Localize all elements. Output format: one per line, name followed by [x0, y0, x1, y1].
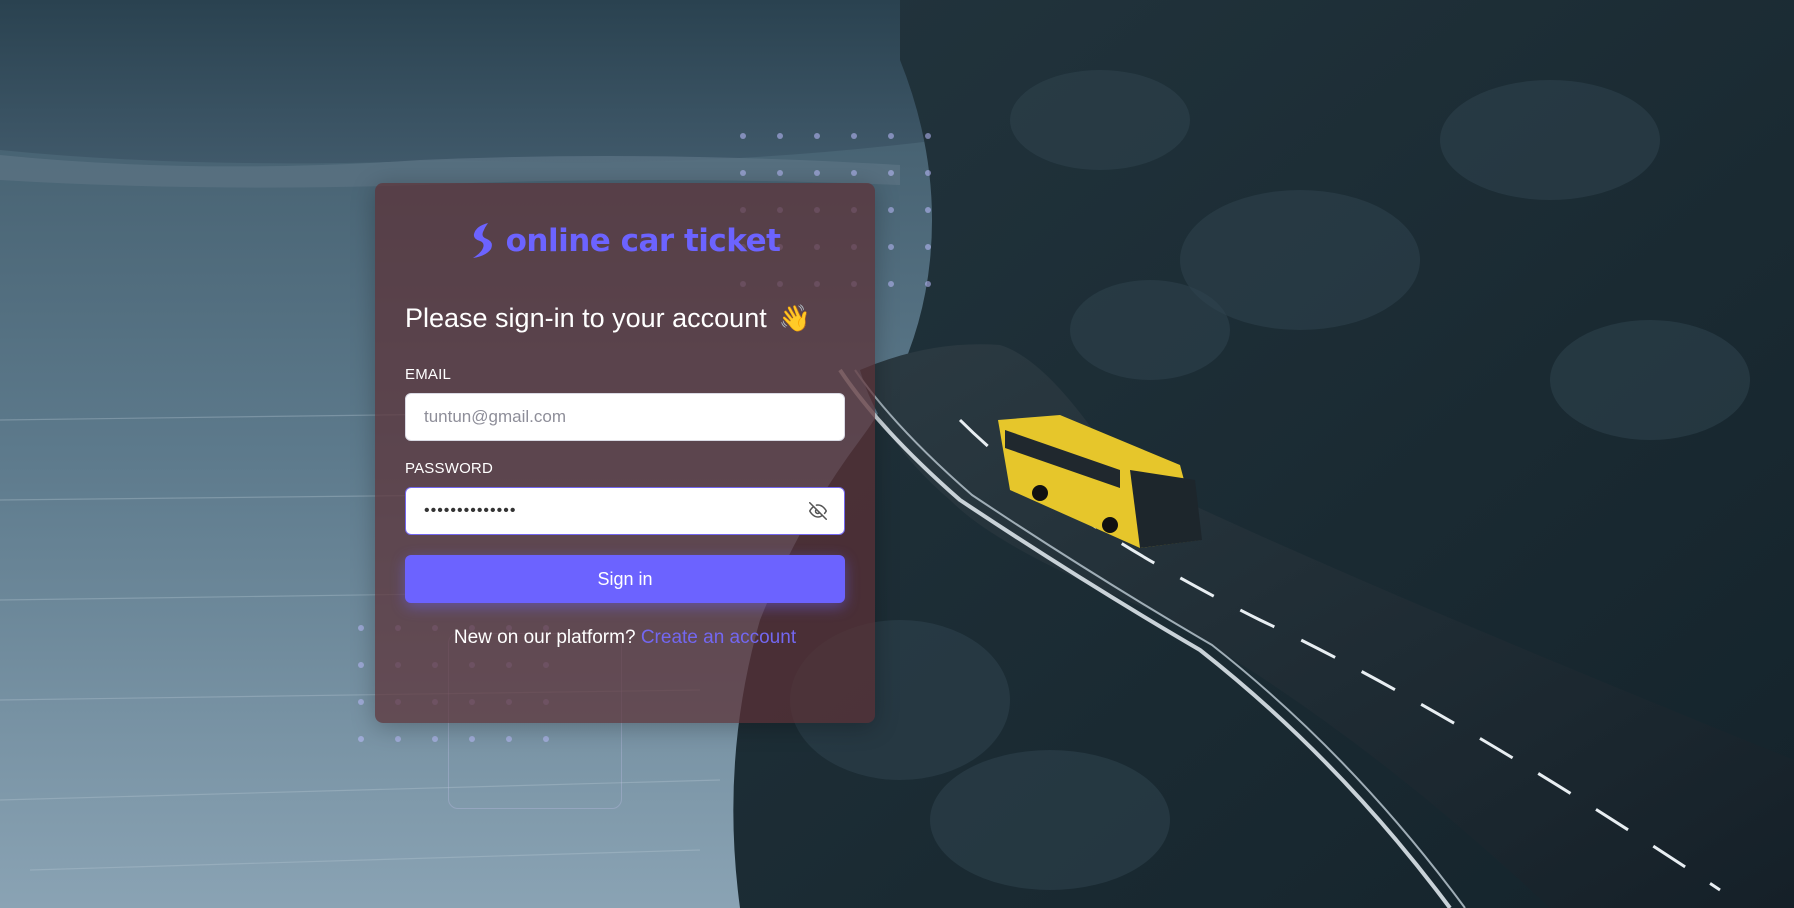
sign-in-button[interactable]: Sign in — [405, 555, 845, 603]
email-field[interactable] — [405, 393, 845, 441]
page-title: Please sign-in to your account 👋 — [405, 303, 845, 334]
password-field[interactable] — [405, 487, 845, 535]
login-card: online car ticket Please sign-in to your… — [375, 183, 875, 723]
create-account-link[interactable]: Create an account — [641, 627, 796, 648]
signup-prompt-text: New on our platform? — [453, 627, 636, 648]
bolt-logo-icon — [472, 223, 492, 258]
email-label: EMAIL — [405, 366, 452, 383]
signup-prompt: New on our platform? Create an account — [405, 627, 845, 649]
wave-emoji: 👋 — [778, 303, 812, 333]
password-label: PASSWORD — [405, 460, 493, 477]
brand-logo[interactable]: online car ticket — [405, 219, 845, 263]
eye-off-icon[interactable] — [809, 502, 827, 520]
email-field-wrap — [405, 393, 845, 441]
brand-name: online car ticket — [505, 223, 781, 259]
password-field-wrap — [405, 487, 845, 535]
heading-text: Please sign-in to your account — [405, 303, 767, 333]
